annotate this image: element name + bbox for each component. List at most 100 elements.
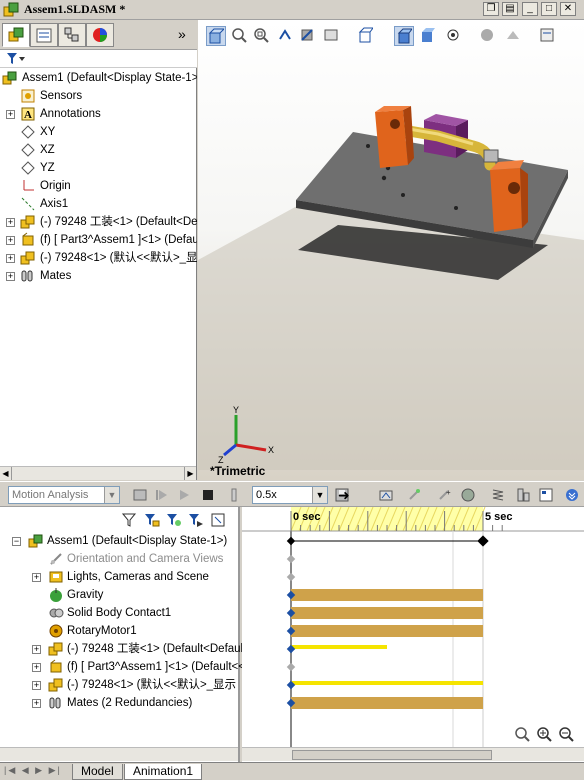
tree-item[interactable]: Origin xyxy=(0,177,197,195)
calculate-icon[interactable] xyxy=(132,487,150,503)
end-key[interactable] xyxy=(477,535,489,547)
scroll-thumb[interactable] xyxy=(292,750,492,760)
key-point[interactable] xyxy=(286,662,296,672)
expand-toggle[interactable]: + xyxy=(32,681,41,690)
motion-tree-item[interactable]: Solid Body Contact1 xyxy=(0,604,238,622)
minimize-button[interactable]: _ xyxy=(522,2,538,16)
hide-show-icon[interactable] xyxy=(444,26,464,46)
playback-arrow-icon[interactable]: ➜ xyxy=(338,487,356,503)
study-type-select[interactable]: Motion Analysis ▼ xyxy=(8,486,120,504)
tab-scroll-arrows[interactable]: |◀ ◀ ▶ ▶| xyxy=(4,765,62,776)
motion-tree-item[interactable]: Gravity xyxy=(0,586,238,604)
zoom-to-area-icon[interactable] xyxy=(252,26,272,46)
section-view-icon[interactable] xyxy=(298,26,318,46)
expand-toggle[interactable]: − xyxy=(12,537,21,546)
timeline-scrollbar[interactable] xyxy=(242,747,584,761)
tree-item[interactable]: + (-) 79248 工装<1> (Default<Def xyxy=(0,213,197,231)
filter-icon[interactable] xyxy=(6,52,26,66)
filter-results-icon[interactable] xyxy=(188,512,206,528)
tree-item[interactable]: Axis1 xyxy=(0,195,197,213)
change-bar[interactable] xyxy=(291,589,483,601)
zoom-to-fit-icon[interactable] xyxy=(514,726,532,742)
play-icon[interactable] xyxy=(176,487,194,503)
expand-toggle[interactable]: + xyxy=(6,236,15,245)
key-point[interactable] xyxy=(286,572,296,582)
zoom-in-icon[interactable] xyxy=(536,726,554,742)
results-icon[interactable] xyxy=(516,487,534,503)
motor-icon[interactable] xyxy=(460,487,478,503)
expand-toggle[interactable]: + xyxy=(32,645,41,654)
scroll-right-arrow[interactable]: ▶ xyxy=(184,467,196,480)
tree-item[interactable]: YZ xyxy=(0,159,197,177)
tab-displaymanager[interactable] xyxy=(86,23,114,47)
expand-toggle[interactable]: + xyxy=(32,573,41,582)
scroll-left-arrow[interactable]: ◀ xyxy=(0,467,12,480)
autokey-icon[interactable] xyxy=(406,487,424,503)
motion-tree-item[interactable]: + Lights, Cameras and Scene xyxy=(0,568,238,586)
tree-item[interactable]: + (-) 79248<1> (默认<<默认>_显 xyxy=(0,249,197,267)
auto-fit-icon[interactable] xyxy=(210,512,228,528)
maximize-button[interactable]: □ xyxy=(541,2,557,16)
tile-button[interactable]: ▤ xyxy=(502,2,518,16)
shaded-with-edges-icon[interactable] xyxy=(394,26,414,46)
playback-speed-select[interactable]: 0.5x ▼ xyxy=(252,486,328,504)
close-button[interactable]: ✕ xyxy=(560,2,576,16)
tree-item[interactable]: + Mates xyxy=(0,267,197,285)
expand-toggle[interactable]: + xyxy=(6,254,15,263)
motion-tree-item[interactable]: RotaryMotor1 xyxy=(0,622,238,640)
tab-propertymanager[interactable] xyxy=(30,23,58,47)
expand-toggle[interactable]: + xyxy=(6,110,15,119)
change-bar[interactable] xyxy=(291,697,483,709)
previous-view-icon[interactable] xyxy=(276,26,296,46)
expand-toggle[interactable]: + xyxy=(6,272,15,281)
motion-properties-icon[interactable] xyxy=(538,487,556,503)
playback-mode-icon[interactable] xyxy=(226,487,244,503)
collapse-panel-button[interactable]: » xyxy=(178,26,186,42)
tab-configurationmanager[interactable] xyxy=(58,23,86,47)
change-bar[interactable] xyxy=(291,625,483,637)
filter-animated-icon[interactable] xyxy=(121,512,140,528)
add-key-icon[interactable]: + xyxy=(436,487,454,503)
expand-toggle[interactable]: + xyxy=(6,218,15,227)
expand-toggle[interactable]: + xyxy=(32,663,41,672)
tab-animation1[interactable]: Animation1 xyxy=(124,764,203,780)
animation-wizard-icon[interactable] xyxy=(378,487,396,503)
display-style-icon[interactable] xyxy=(356,26,376,46)
motion-tree-item[interactable]: − Assem1 (Default<Display State-1>) xyxy=(0,532,238,550)
view-orientation-icon[interactable] xyxy=(206,26,226,46)
tab-featuremanager[interactable] xyxy=(2,23,30,47)
motion-tree-item[interactable]: + (-) 79248<1> (默认<<默认>_显示 xyxy=(0,676,238,694)
tab-model[interactable]: Model xyxy=(72,764,123,780)
tree-item[interactable]: Sensors xyxy=(0,87,197,105)
restore-button[interactable]: ❐ xyxy=(483,2,499,16)
motion-tree-item[interactable]: + Mates (2 Redundancies) xyxy=(0,694,238,712)
expand-toggle[interactable]: + xyxy=(32,699,41,708)
horizontal-scrollbar[interactable]: ◀ ▶ xyxy=(0,466,196,480)
spring-icon[interactable] xyxy=(490,487,508,503)
tree-horizontal-scrollbar[interactable] xyxy=(0,747,238,761)
play-from-start-icon[interactable] xyxy=(154,487,172,503)
dynamic-annotation-icon[interactable] xyxy=(322,26,342,46)
zoom-out-icon[interactable] xyxy=(558,726,576,742)
tree-item[interactable]: XY xyxy=(0,123,197,141)
apply-scene-icon[interactable] xyxy=(504,26,524,46)
start-key[interactable] xyxy=(286,536,296,546)
filter-driving-icon[interactable] xyxy=(144,512,162,528)
stop-icon[interactable] xyxy=(200,487,218,503)
collapse-icon[interactable] xyxy=(564,487,582,503)
filter-selected-icon[interactable] xyxy=(166,512,184,528)
tree-item[interactable]: XZ xyxy=(0,141,197,159)
key-point[interactable] xyxy=(286,554,296,564)
view-settings-icon[interactable] xyxy=(538,26,558,46)
tree-item[interactable]: Assem1 (Default<Display State-1>) xyxy=(0,69,197,87)
tree-item[interactable]: + A Annotations xyxy=(0,105,197,123)
edit-appearance-icon[interactable] xyxy=(478,26,498,46)
motion-tree-item[interactable]: + (f) [ Part3^Assem1 ]<1> (Default<<I xyxy=(0,658,248,676)
timeline-area[interactable]: 0 sec 5 sec xyxy=(242,506,584,762)
motion-tree-item[interactable]: Orientation and Camera Views xyxy=(0,550,238,568)
tree-item[interactable]: + (f) [ Part3^Assem1 ]<1> (Default xyxy=(0,231,197,249)
zoom-to-fit-icon[interactable] xyxy=(230,26,250,46)
motion-tree-item[interactable]: + (-) 79248 工装<1> (Default<Defaul xyxy=(0,640,243,658)
graphics-area[interactable]: Y X Z *Trimetric xyxy=(198,20,584,480)
shaded-icon[interactable] xyxy=(418,26,438,46)
